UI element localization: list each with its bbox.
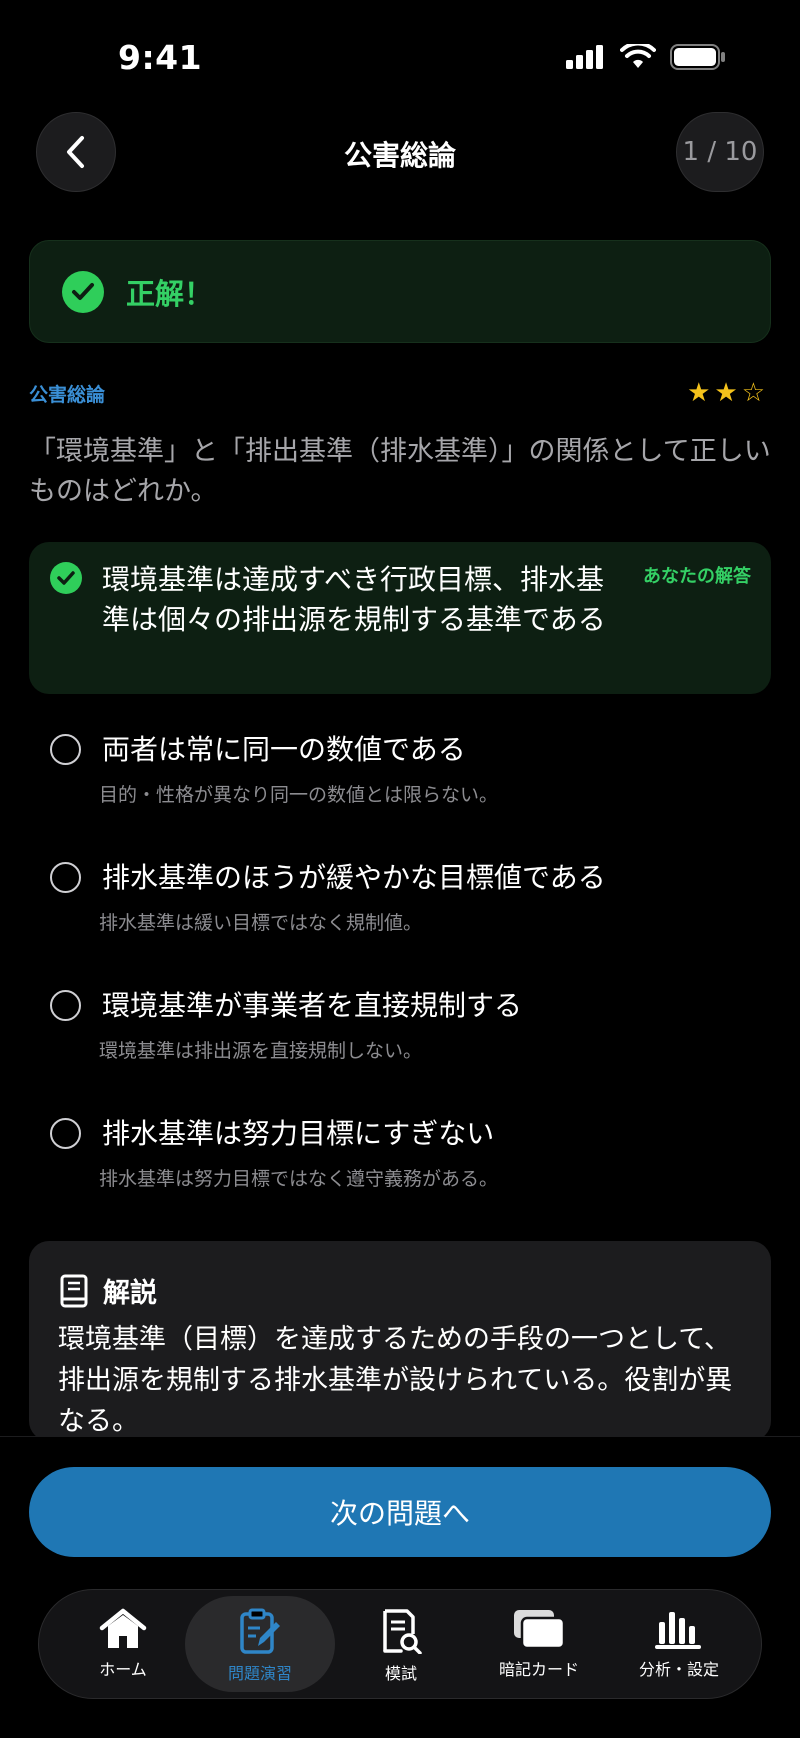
cellular-signal-icon [566, 45, 603, 69]
result-label: 正解！ [126, 276, 214, 311]
choice-option[interactable]: 排水基準は努力目標にすぎない 排水基準は努力目標ではなく遵守義務がある。 [29, 1114, 771, 1204]
next-question-button[interactable]: 次の問題へ [29, 1467, 771, 1557]
tab-mock-exam[interactable]: 模試 [326, 1596, 476, 1692]
bottom-area: 次の問題へ ホーム 問題演習 模試 暗記カード 分析・設定 [0, 1436, 800, 1738]
difficulty-stars: ★★☆ [687, 378, 769, 408]
radio-circle-icon [50, 734, 81, 765]
home-icon [99, 1608, 147, 1648]
choice-text: 排水基準のほうが緩やかな目標値である [102, 861, 606, 894]
choice-note: 目的・性格が異なり同一の数値とは限らない。 [99, 784, 499, 806]
check-circle-icon [50, 562, 82, 594]
bar-chart-icon [655, 1612, 701, 1649]
explanation-card: 解説 環境基準（目標）を達成するための手段の一つとして、排出源を規制する排水基準… [29, 1241, 771, 1441]
tab-flashcards[interactable]: 暗記カード [464, 1596, 614, 1692]
choice-option[interactable]: 環境基準は達成すべき行政目標、排水基準は個々の排出源を規制する基準である あなた… [29, 542, 771, 694]
document-search-icon [383, 1609, 422, 1654]
nav-header: 公害総論 1 / 10 [0, 112, 800, 192]
radio-circle-icon [50, 990, 81, 1021]
choice-note: 環境基準は排出源を直接規制しない。 [99, 1040, 423, 1062]
explanation-header: 解説 [59, 1271, 157, 1310]
choice-note: 排水基準は緩い目標ではなく規制値。 [99, 912, 423, 934]
choice-option[interactable]: 排水基準のほうが緩やかな目標値である 排水基準は緩い目標ではなく規制値。 [29, 858, 771, 948]
status-time: 9:41 [118, 38, 203, 77]
category-label: 公害総論 [29, 384, 106, 406]
tab-bar: ホーム 問題演習 模試 暗記カード 分析・設定 [38, 1589, 762, 1699]
choice-text: 両者は常に同一の数値である [102, 733, 466, 766]
check-circle-icon [62, 270, 104, 313]
result-banner: 正解！ [29, 240, 771, 343]
star-filled-icon: ★ [714, 378, 742, 408]
book-icon [60, 1274, 88, 1307]
star-outline-icon: ☆ [741, 378, 769, 408]
battery-icon [670, 44, 725, 70]
choice-option[interactable]: 両者は常に同一の数値である 目的・性格が異なり同一の数値とは限らない。 [29, 730, 771, 820]
explanation-title: 解説 [103, 1278, 157, 1309]
your-answer-badge: あなたの解答 [643, 566, 751, 587]
tab-home[interactable]: ホーム [48, 1596, 198, 1692]
tab-analysis-settings[interactable]: 分析・設定 [604, 1596, 754, 1692]
explanation-body: 環境基準（目標）を達成するための手段の一つとして、排出源を規制する排水基準が設け… [58, 1324, 733, 1437]
choice-text: 環境基準は達成すべき行政目標、排水基準は個々の排出源を規制する基準である [102, 563, 606, 636]
choice-option[interactable]: 環境基準が事業者を直接規制する 環境基準は排出源を直接規制しない。 [29, 986, 771, 1076]
question-meta: 公害総論 ★★☆ [29, 378, 771, 408]
radio-circle-icon [50, 1118, 81, 1149]
tab-label: ホーム [99, 1660, 147, 1679]
tab-practice[interactable]: 問題演習 [185, 1596, 335, 1692]
tab-label: 暗記カード [498, 1660, 579, 1679]
radio-circle-icon [50, 862, 81, 893]
clipboard-edit-icon [240, 1608, 280, 1654]
choice-note: 排水基準は努力目標ではなく遵守義務がある。 [99, 1168, 499, 1190]
star-filled-icon: ★ [687, 378, 715, 408]
choice-text: 排水基準は努力目標にすぎない [102, 1117, 495, 1150]
wifi-icon [620, 44, 656, 68]
question-text: 「環境基準」と「排出基準（排水基準）」の関係として正しいものはどれか。 [29, 436, 771, 507]
tab-label: 模試 [384, 1664, 417, 1683]
tab-label: 分析・設定 [638, 1660, 719, 1679]
status-icons [566, 44, 726, 70]
choice-text: 環境基準が事業者を直接規制する [102, 989, 523, 1022]
cards-icon [514, 1610, 566, 1650]
tab-label: 問題演習 [227, 1664, 292, 1683]
status-bar: 9:41 [0, 0, 800, 110]
question-counter: 1 / 10 [676, 112, 764, 192]
